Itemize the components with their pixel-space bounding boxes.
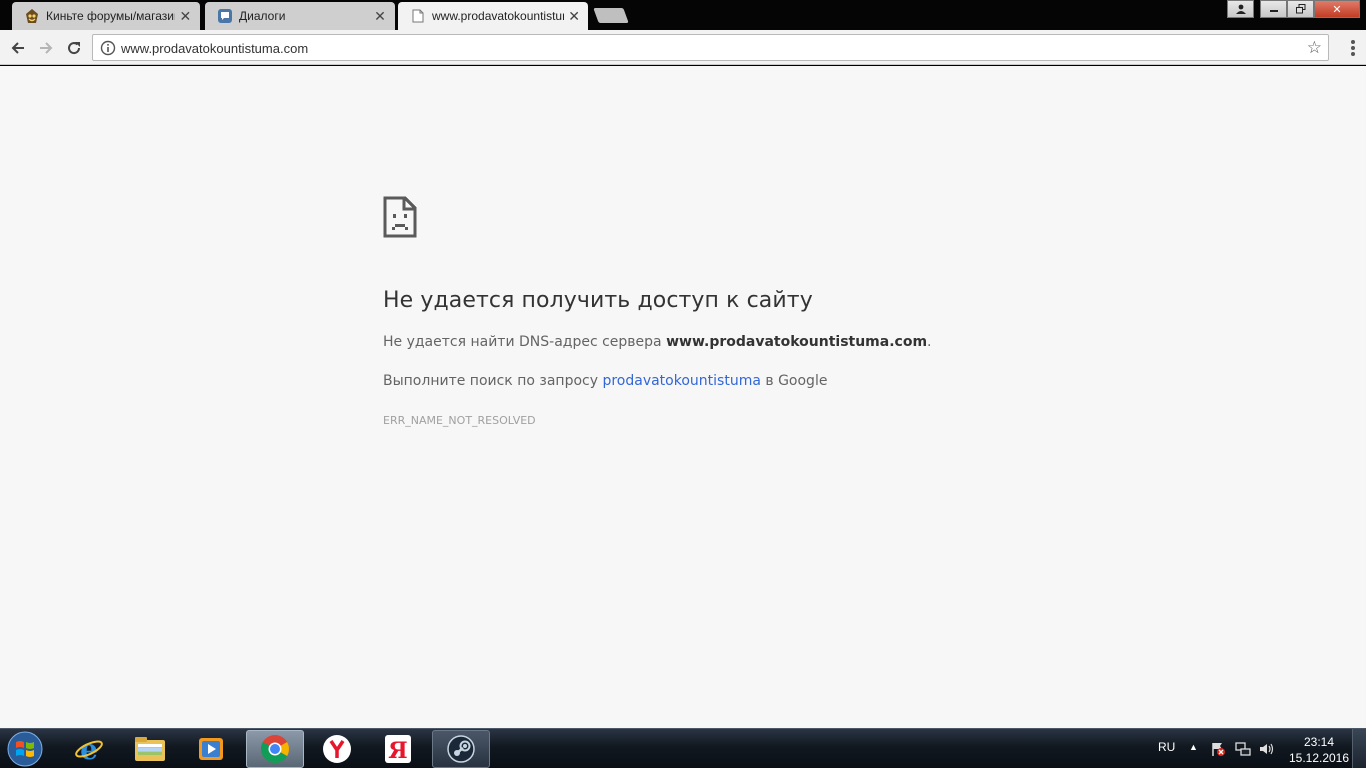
- search-suffix: в Google: [760, 373, 828, 389]
- dns-message: Не удается найти DNS-адрес сервера www.p…: [383, 334, 932, 350]
- taskbar: e Я RU ▲ 23:14 15.12.2016: [0, 728, 1366, 768]
- chrome-menu-icon[interactable]: [1351, 40, 1355, 56]
- dns-message-prefix: Не удается найти DNS-адрес сервера: [383, 334, 667, 350]
- search-query-link[interactable]: prodavatokountistuma: [602, 373, 760, 389]
- tab-forums[interactable]: Киньте форумы/магазин ✕: [12, 2, 200, 30]
- close-tab-icon[interactable]: ✕: [568, 9, 580, 23]
- yandex-icon[interactable]: Я: [369, 730, 427, 768]
- url-text: www.prodavatokountistuma.com: [121, 41, 309, 56]
- minimize-button[interactable]: [1260, 0, 1287, 18]
- window-controls: ✕: [1227, 0, 1360, 18]
- file-explorer-icon[interactable]: [121, 730, 179, 768]
- system-tray: RU ▲ 23:14 15.12.2016: [1136, 729, 1366, 768]
- browser-toolbar: www.prodavatokountistuma.com ☆: [0, 30, 1366, 65]
- back-icon[interactable]: [8, 38, 28, 58]
- tab-current-site[interactable]: www.prodavatokountistuma.com ✕: [398, 2, 588, 30]
- show-hidden-icons-icon[interactable]: ▲: [1189, 742, 1198, 752]
- clock[interactable]: 23:14 15.12.2016: [1284, 734, 1354, 766]
- close-tab-icon[interactable]: ✕: [179, 9, 192, 23]
- search-suggestion: Выполните поиск по запросу prodavatokoun…: [383, 373, 827, 389]
- restore-button[interactable]: [1287, 0, 1314, 18]
- close-tab-icon[interactable]: ✕: [373, 9, 387, 23]
- network-icon[interactable]: [1235, 741, 1251, 757]
- tab-title: Киньте форумы/магазин: [46, 9, 175, 23]
- action-center-flag-icon[interactable]: [1210, 741, 1226, 757]
- clock-time: 23:14: [1303, 735, 1335, 749]
- tab-dialogs[interactable]: Диалоги ✕: [205, 2, 395, 30]
- language-indicator[interactable]: RU: [1158, 740, 1175, 754]
- page-icon: [410, 8, 426, 24]
- vk-dialogs-favicon: [217, 8, 233, 24]
- media-player-icon[interactable]: [182, 730, 240, 768]
- error-page: Не удается получить доступ к сайту Не уд…: [0, 66, 1366, 728]
- steam-icon[interactable]: [432, 730, 490, 768]
- windows-start-icon[interactable]: [4, 731, 46, 767]
- clock-date: 15.12.2016: [1288, 751, 1350, 765]
- forum-favicon: [24, 8, 40, 24]
- bookmark-star-icon[interactable]: ☆: [1307, 38, 1322, 58]
- dns-message-suffix: .: [927, 334, 932, 350]
- tab-title: www.prodavatokountistuma.com: [432, 9, 564, 23]
- user-icon[interactable]: [1227, 0, 1254, 18]
- error-title: Не удается получить доступ к сайту: [383, 288, 813, 313]
- tab-title: Диалоги: [239, 9, 286, 23]
- yandex-browser-icon[interactable]: [308, 730, 366, 768]
- reload-icon[interactable]: [64, 38, 84, 58]
- close-window-button[interactable]: ✕: [1314, 0, 1360, 18]
- show-desktop-button[interactable]: [1352, 729, 1366, 768]
- dns-host: www.prodavatokountistuma.com: [666, 334, 928, 350]
- search-prefix: Выполните поиск по запросу: [383, 373, 603, 389]
- sad-page-icon: [383, 196, 417, 243]
- error-code: ERR_NAME_NOT_RESOLVED: [383, 414, 536, 427]
- svg-text:Я: Я: [388, 738, 407, 764]
- svg-text:e: e: [80, 734, 98, 764]
- new-tab-button[interactable]: [593, 8, 629, 23]
- info-icon[interactable]: [100, 40, 116, 56]
- volume-icon[interactable]: [1258, 741, 1274, 757]
- internet-explorer-icon[interactable]: e: [60, 730, 118, 768]
- forward-icon[interactable]: [36, 38, 56, 58]
- address-bar[interactable]: www.prodavatokountistuma.com ☆: [92, 34, 1329, 61]
- tab-strip: Киньте форумы/магазин ✕ Диалоги ✕ www.pr…: [0, 0, 1366, 30]
- chrome-icon[interactable]: [246, 730, 304, 768]
